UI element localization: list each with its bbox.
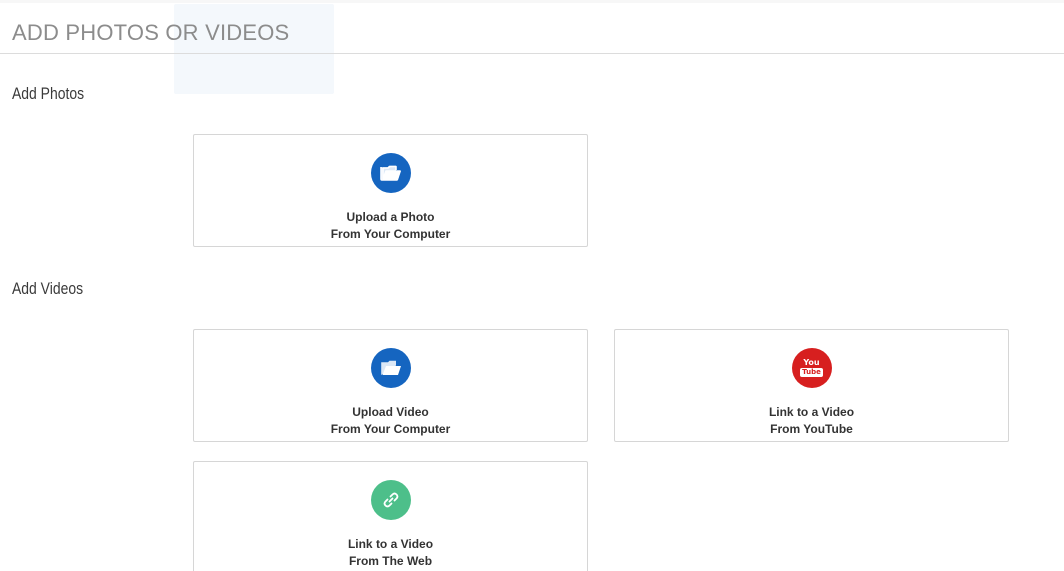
upload-photo-label: Upload a Photo From Your Computer xyxy=(194,209,587,243)
youtube-icon: You Tube xyxy=(791,348,832,388)
faded-tab-highlight xyxy=(174,4,334,94)
top-border xyxy=(0,0,1064,3)
youtube-link-label: Link to a Video From YouTube xyxy=(615,404,1008,438)
link-icon xyxy=(370,480,411,520)
upload-video-label: Upload Video From Your Computer xyxy=(194,404,587,438)
youtube-icon-text-top: You xyxy=(803,358,820,367)
upload-video-label-line1: Upload Video xyxy=(352,405,429,419)
youtube-icon-text-bottom: Tube xyxy=(800,368,823,377)
add-media-page: ADD PHOTOS OR VIDEOS Add Photos Upload a… xyxy=(0,0,1064,571)
add-videos-heading: Add Videos xyxy=(12,279,84,298)
add-photos-heading: Add Photos xyxy=(12,84,85,103)
upload-photo-card[interactable]: Upload a Photo From Your Computer xyxy=(193,134,588,247)
youtube-link-label-line1: Link to a Video xyxy=(768,405,855,419)
upload-video-label-line2: From Your Computer xyxy=(330,422,451,436)
youtube-link-label-line2: From YouTube xyxy=(770,422,853,436)
web-link-label-line1: Link to a Video xyxy=(347,537,434,551)
web-link-label-line2: From The Web xyxy=(348,554,433,568)
upload-photo-label-line2: From Your Computer xyxy=(330,227,451,241)
folder-icon xyxy=(370,153,411,193)
upload-video-card[interactable]: Upload Video From Your Computer xyxy=(193,329,588,442)
upload-photo-label-line1: Upload a Photo xyxy=(346,210,435,224)
youtube-link-card[interactable]: You Tube Link to a Video From YouTube xyxy=(614,329,1009,442)
title-divider xyxy=(0,53,1064,54)
page-title: ADD PHOTOS OR VIDEOS xyxy=(12,20,290,45)
web-link-card[interactable]: Link to a Video From The Web xyxy=(193,461,588,571)
folder-icon xyxy=(370,348,411,388)
web-link-label: Link to a Video From The Web xyxy=(194,536,587,570)
